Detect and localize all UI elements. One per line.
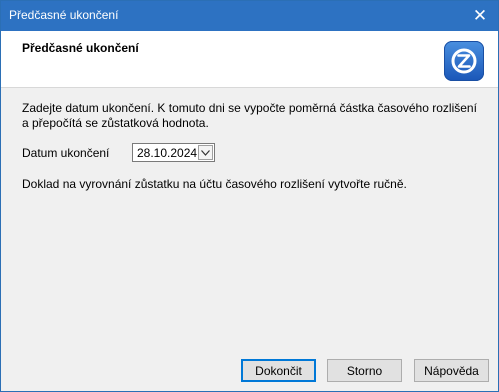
chevron-down-icon[interactable] bbox=[198, 145, 213, 160]
cancel-button[interactable]: Storno bbox=[327, 359, 402, 382]
app-logo-icon bbox=[444, 41, 484, 81]
finish-button[interactable]: Dokončit bbox=[241, 359, 316, 382]
page-title: Předčasné ukončení bbox=[22, 41, 139, 55]
date-label: Datum ukončení bbox=[22, 146, 110, 160]
dialog-header: Předčasné ukončení bbox=[1, 31, 498, 88]
note-text: Doklad na vyrovnání zůstatku na účtu čas… bbox=[22, 177, 407, 191]
help-button[interactable]: Nápověda bbox=[414, 359, 489, 382]
title-bar: Předčasné ukončení ✕ bbox=[1, 1, 498, 31]
close-icon[interactable]: ✕ bbox=[462, 1, 498, 31]
description-text: Zadejte datum ukončení. K tomuto dni se … bbox=[22, 101, 477, 130]
date-picker[interactable]: 28.10.2024 bbox=[132, 143, 215, 162]
window-title: Předčasné ukončení bbox=[9, 8, 119, 22]
date-value[interactable]: 28.10.2024 bbox=[137, 146, 197, 160]
dialog-window: Předčasné ukončení ✕ Předčasné ukončení … bbox=[0, 0, 499, 392]
